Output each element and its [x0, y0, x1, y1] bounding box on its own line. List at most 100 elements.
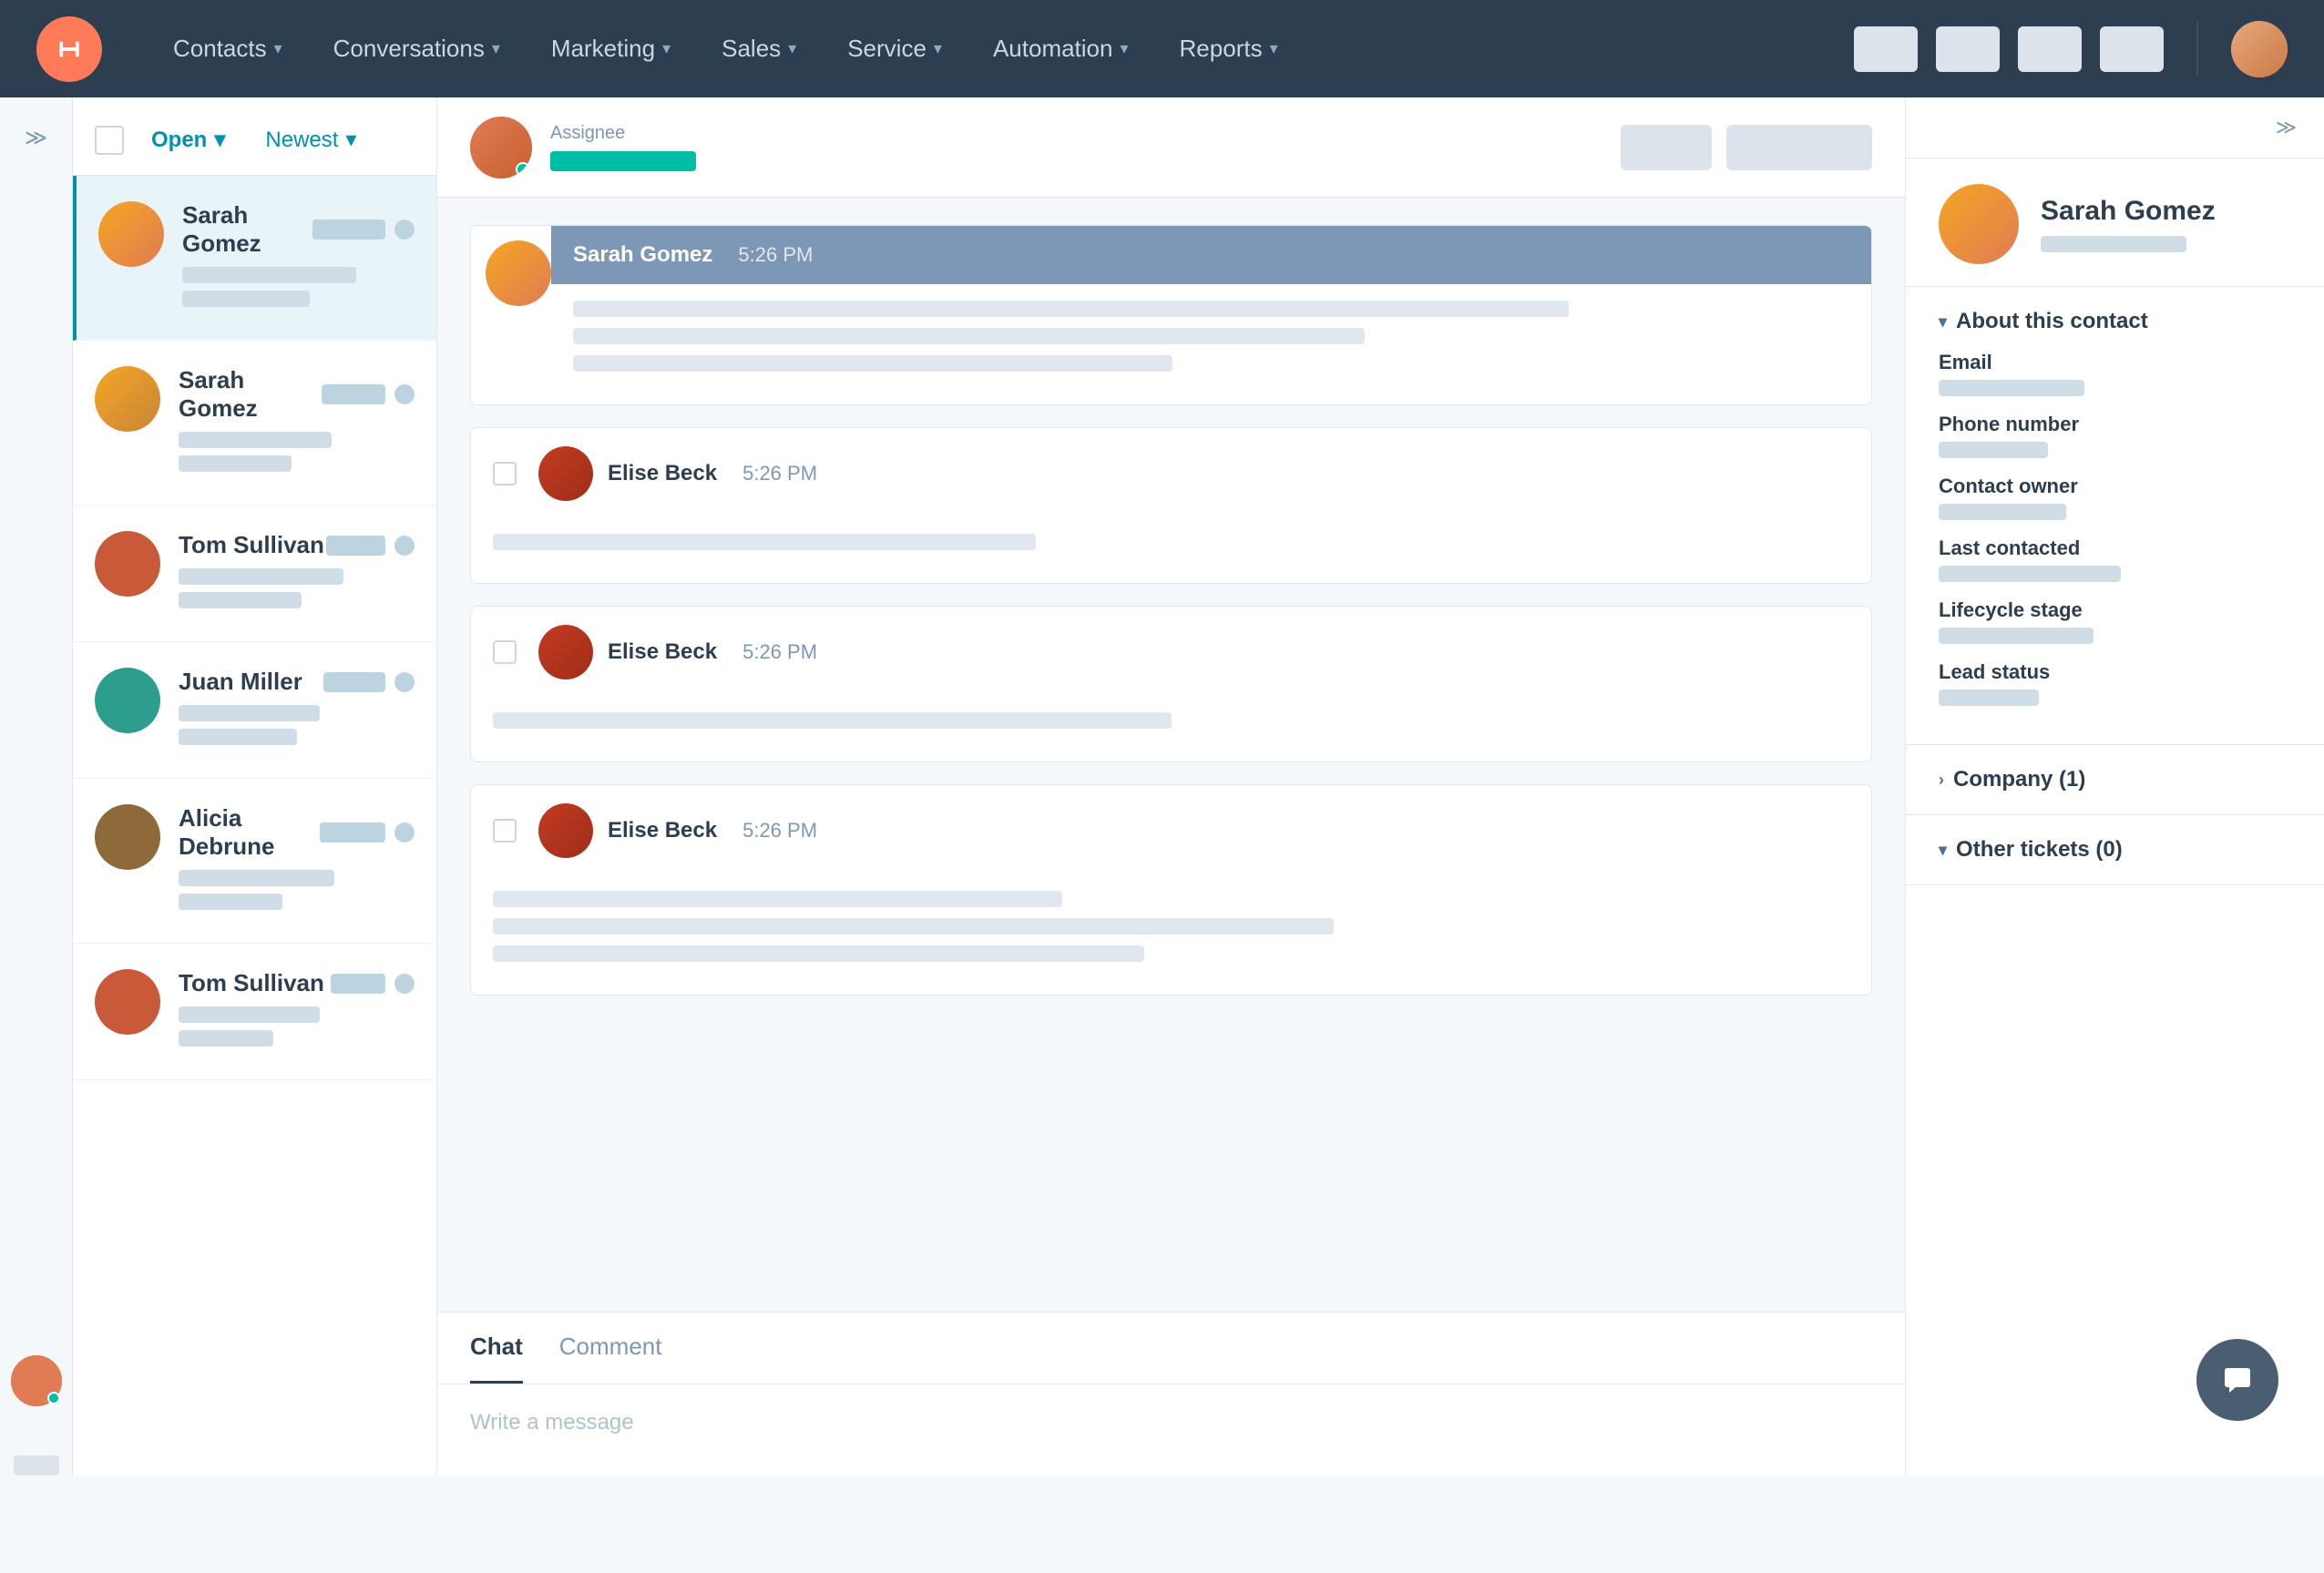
- collapse-sidebar-icon[interactable]: ≫: [25, 125, 47, 151]
- about-contact-title[interactable]: ▾ About this contact: [1939, 309, 2291, 334]
- nav-action-btn-2[interactable]: [1936, 26, 2000, 72]
- current-user-avatar[interactable]: [11, 1355, 62, 1406]
- conv-avatar-1: [95, 366, 160, 432]
- marketing-chevron-icon: ▾: [662, 39, 671, 58]
- conv-avatar-2: [95, 531, 160, 597]
- nav-item-service[interactable]: Service ▾: [822, 0, 967, 97]
- conv-item-1[interactable]: Sarah Gomez: [73, 341, 436, 506]
- msg-body-1: [471, 517, 1871, 583]
- conv-preview-1b: [179, 455, 292, 472]
- conv-name-4: Alicia Debrune: [179, 804, 320, 861]
- select-all-checkbox[interactable]: [95, 126, 124, 155]
- field-last-contacted-label: Last contacted: [1939, 536, 2291, 560]
- conv-item-4[interactable]: Alicia Debrune: [73, 779, 436, 944]
- tab-comment[interactable]: Comment: [559, 1313, 662, 1384]
- field-contact-owner-value: [1939, 504, 2066, 520]
- conv-content-5: Tom Sullivan: [179, 969, 415, 1054]
- msg-sender-3: Elise Beck: [608, 818, 717, 843]
- tab-chat[interactable]: Chat: [470, 1313, 523, 1384]
- conversations-chevron-icon: ▾: [492, 39, 500, 58]
- conv-item-2[interactable]: Tom Sullivan: [73, 506, 436, 642]
- msg-checkbox-1[interactable]: [493, 462, 517, 485]
- assignee-info: Assignee: [550, 123, 696, 171]
- other-tickets-chevron-icon: ▾: [1939, 841, 1947, 860]
- conv-preview-0b: [182, 291, 310, 307]
- msg-header-3: Elise Beck 5:26 PM: [471, 785, 1871, 874]
- chat-input-box[interactable]: Write a message: [437, 1384, 1905, 1476]
- chat-action-btn-1[interactable]: [1621, 125, 1712, 170]
- msg-line-0a: [573, 301, 1569, 317]
- nav-item-contacts[interactable]: Contacts ▾: [148, 0, 308, 97]
- conv-list-header: Open ▾ Newest ▾: [73, 97, 436, 176]
- nav-item-sales[interactable]: Sales ▾: [696, 0, 822, 97]
- nav-item-automation[interactable]: Automation ▾: [967, 0, 1154, 97]
- user-avatar[interactable]: [2231, 21, 2288, 77]
- top-nav: Contacts ▾ Conversations ▾ Marketing ▾ S…: [0, 0, 2324, 97]
- field-email-value: [1939, 380, 2084, 396]
- nav-item-conversations[interactable]: Conversations ▾: [308, 0, 526, 97]
- contact-name: Sarah Gomez: [2041, 196, 2216, 227]
- msg-body-0: [551, 284, 1871, 404]
- conv-time-4: [320, 822, 385, 843]
- message-0: Sarah Gomez 5:26 PM: [470, 225, 1872, 405]
- field-phone-value: [1939, 442, 2048, 458]
- msg-checkbox-2[interactable]: [493, 640, 517, 664]
- conv-avatar-4: [95, 804, 160, 870]
- assignee-online-dot: [516, 162, 530, 177]
- conv-item-0[interactable]: Sarah Gomez: [73, 176, 436, 341]
- nav-item-reports[interactable]: Reports ▾: [1154, 0, 1304, 97]
- nav-action-btn-4[interactable]: [2100, 26, 2164, 72]
- chat-bubble-fab[interactable]: [2196, 1339, 2278, 1421]
- conv-preview-3b: [179, 729, 297, 745]
- hubspot-logo[interactable]: [36, 16, 102, 82]
- filter-open-button[interactable]: Open ▾: [138, 119, 238, 160]
- msg-sender-2: Elise Beck: [608, 639, 717, 665]
- msg-checkbox-3[interactable]: [493, 819, 517, 843]
- msg-time-2: 5:26 PM: [742, 640, 817, 664]
- nav-items: Contacts ▾ Conversations ▾ Marketing ▾ S…: [148, 0, 1854, 97]
- contact-info: Sarah Gomez: [2041, 196, 2216, 252]
- nav-item-marketing[interactable]: Marketing ▾: [526, 0, 696, 97]
- expand-panel-icon[interactable]: ≫: [2276, 116, 2297, 139]
- nav-action-btn-1[interactable]: [1854, 26, 1918, 72]
- other-tickets-section[interactable]: ▾ Other tickets (0): [1906, 815, 2324, 885]
- contact-sub-info: [2041, 236, 2186, 252]
- msg-line-1a: [493, 534, 1036, 550]
- field-email-label: Email: [1939, 351, 2291, 374]
- assignee-label: Assignee: [550, 123, 696, 144]
- conv-content-0: Sarah Gomez: [182, 201, 415, 314]
- field-lifecycle-label: Lifecycle stage: [1939, 598, 2291, 622]
- msg-line-2a: [493, 712, 1172, 729]
- sort-newest-button[interactable]: Newest ▾: [252, 119, 369, 160]
- conv-content-1: Sarah Gomez: [179, 366, 415, 479]
- reports-chevron-icon: ▾: [1270, 39, 1278, 58]
- conv-item-3[interactable]: Juan Miller: [73, 642, 436, 779]
- conv-content-3: Juan Miller: [179, 668, 415, 752]
- conv-time-3: [323, 672, 385, 692]
- msg-sender-1: Elise Beck: [608, 461, 717, 486]
- company-section[interactable]: › Company (1): [1906, 745, 2324, 815]
- chat-action-btn-2[interactable]: [1726, 125, 1872, 170]
- sort-chevron-icon: ▾: [345, 127, 356, 153]
- conv-preview-4b: [179, 894, 282, 910]
- msg-header-1: Elise Beck 5:26 PM: [471, 428, 1871, 517]
- bottom-nav-icon[interactable]: [14, 1456, 59, 1476]
- message-3: Elise Beck 5:26 PM: [470, 784, 1872, 996]
- conv-item-5[interactable]: Tom Sullivan: [73, 944, 436, 1080]
- conv-name-0: Sarah Gomez: [182, 201, 312, 258]
- messages-area: Sarah Gomez 5:26 PM: [437, 198, 1905, 1312]
- right-panel: ≫ Sarah Gomez ▾ About this contact Email…: [1905, 97, 2324, 1476]
- field-lifecycle-value: [1939, 628, 2094, 644]
- msg-body-2: [471, 696, 1871, 761]
- msg-time-0: 5:26 PM: [738, 243, 813, 267]
- msg-line-3c: [493, 945, 1144, 962]
- sales-chevron-icon: ▾: [788, 39, 796, 58]
- main-layout: ≫ Open ▾ Newest ▾ Sarah Gomez: [0, 97, 2324, 1476]
- nav-action-btn-3[interactable]: [2018, 26, 2082, 72]
- field-contact-owner: Contact owner: [1939, 475, 2291, 520]
- conv-indicator-1: [394, 384, 415, 404]
- chat-header-left: Assignee: [470, 117, 696, 179]
- conv-preview-2: [179, 568, 343, 585]
- other-tickets-title: ▾ Other tickets (0): [1939, 837, 2291, 863]
- chat-input-area: Chat Comment Write a message: [437, 1312, 1905, 1476]
